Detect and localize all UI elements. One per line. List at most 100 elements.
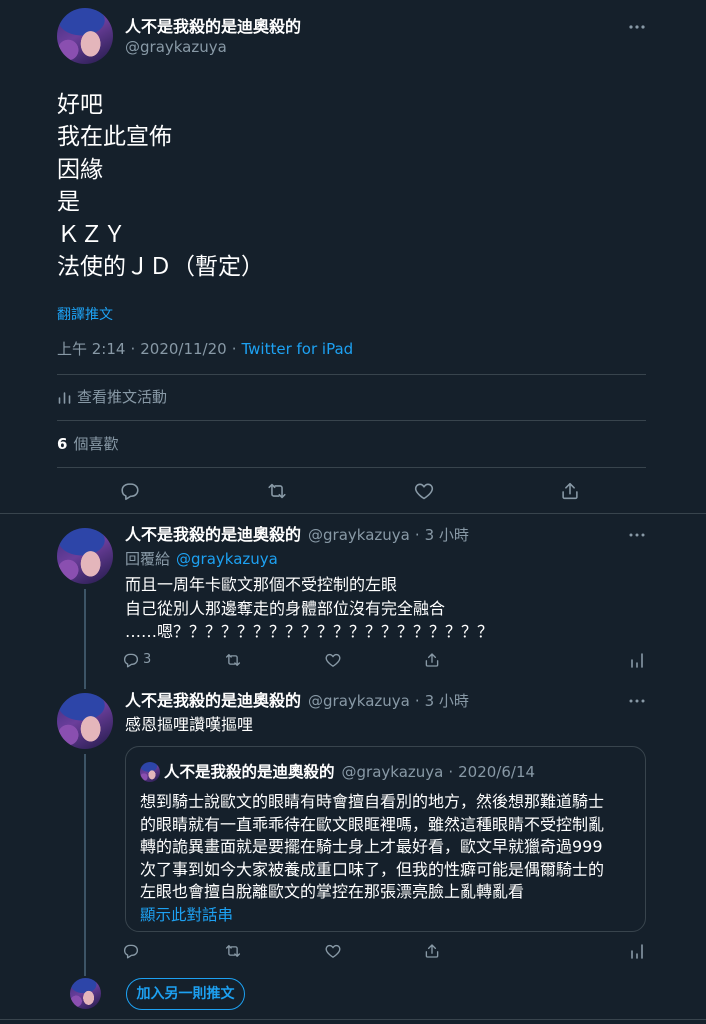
more-icon [629, 699, 645, 703]
more-icon [629, 533, 645, 537]
more-button[interactable] [627, 17, 647, 37]
reply-text-line: 而且一周年卡歐文那個不受控制的左眼 [125, 575, 398, 594]
avatar[interactable] [70, 978, 101, 1009]
author-handle[interactable]: @graykazuya [308, 524, 410, 546]
quoted-text-line: 次了事到如今大家被養成重口味了，但我的性癖可能是偶爾騎士的 [140, 859, 605, 879]
header-separator: · [414, 692, 420, 710]
tweet-text-line: 好吧 [57, 92, 103, 118]
quoted-tweet-date[interactable]: 2020/6/14 [458, 761, 535, 783]
activity-icon [58, 392, 71, 404]
likes-summary[interactable]: 6 個喜歡 [57, 434, 118, 454]
quoted-text-line: 左眼也會擅自脫離歐文的掌控在那張漂亮臉上亂轉亂看 [140, 882, 525, 902]
retweet-button[interactable] [224, 942, 242, 960]
reply-button[interactable] [119, 480, 141, 502]
reply-count: 3 [143, 652, 152, 667]
view-tweet-activity-label: 查看推文活動 [77, 388, 168, 406]
tweet-time[interactable]: 上午 2:14 [57, 339, 125, 359]
author-name[interactable]: 人不是我殺的是迪奧殺的 [164, 761, 335, 783]
tweet-text-line: ＫＺＹ [57, 221, 126, 248]
reply-text-line: 感恩摳哩讚嘆摳哩 [125, 715, 254, 734]
quoted-text-line: 的眼睛就有一直乖乖待在歐文眼眶裡嗎，雖然這種眼睛不受控制亂 [140, 814, 605, 834]
reply-button[interactable] [122, 942, 140, 960]
more-button[interactable] [627, 691, 647, 711]
reply-time[interactable]: 3 小時 [425, 524, 469, 546]
analytics-icon [631, 653, 643, 668]
share-icon [425, 653, 439, 667]
tweet-text-line: 法使的ＪＤ（暫定） [57, 254, 264, 281]
analytics-button[interactable] [628, 942, 646, 960]
retweet-icon [268, 483, 286, 499]
reply-text: 而且一周年卡歐文那個不受控制的左眼 自己從別人那邊奪走的身體部位沒有完全融合 …… [125, 573, 493, 644]
heart-icon [325, 653, 341, 667]
heart-icon [325, 944, 341, 958]
quoted-tweet-text: 想到騎士說歐文的眼睛有時會擅自看別的地方，然後想那難道騎士 的眼睛就有一直乖乖待… [140, 791, 604, 904]
thread-line [84, 589, 86, 689]
tweet-text-line: 我在此宣佈 [57, 124, 172, 151]
reply-icon [123, 944, 139, 959]
tweet-date[interactable]: 2020/11/20 [140, 339, 226, 359]
retweet-button[interactable] [224, 651, 242, 669]
replying-to-handle[interactable]: @graykazuya [176, 549, 278, 569]
reply-text-line: ……嗯？？？？？？？？？？？？？？？？？？？？ [125, 622, 494, 641]
thread-line [84, 754, 86, 976]
share-icon [425, 944, 439, 958]
tweet-text-line: 是 [57, 189, 80, 216]
show-thread-link[interactable]: 顯示此對話串 [140, 905, 233, 925]
reply-text: 感恩摳哩讚嘆摳哩 [125, 713, 253, 736]
more-button[interactable] [627, 525, 647, 545]
share-button[interactable] [423, 942, 441, 960]
reply-time[interactable]: 3 小時 [425, 690, 469, 712]
retweet-icon [225, 945, 241, 957]
view-tweet-activity[interactable]: 查看推文活動 [57, 387, 167, 407]
analytics-icon [631, 944, 643, 959]
author-name[interactable]: 人不是我殺的是迪奧殺的 [125, 16, 301, 38]
divider [0, 513, 706, 514]
like-button[interactable] [324, 942, 342, 960]
more-icon [629, 25, 645, 29]
tweet-source[interactable]: Twitter for iPad [241, 339, 353, 359]
reply-header: 人不是我殺的是迪奧殺的 @graykazuya · 3 小時 [125, 524, 469, 546]
author-name[interactable]: 人不是我殺的是迪奧殺的 [125, 690, 301, 712]
tweet-text-line: 因緣 [57, 156, 103, 183]
meta-separator: · [130, 340, 136, 358]
quoted-text-line: 轉的詭異畫面就是要擺在騎士身上才最好看，歐文早就獵奇過999 [140, 837, 603, 857]
reply-icon [123, 653, 139, 668]
translate-tweet-link[interactable]: 翻譯推文 [57, 305, 113, 325]
replying-to-label: 回覆給 [125, 550, 171, 568]
meta-separator: · [231, 340, 237, 358]
divider [0, 1019, 706, 1020]
author-handle[interactable]: @graykazuya [125, 37, 227, 57]
avatar[interactable] [57, 8, 113, 64]
tweet-text: 好吧 我在此宣佈 因緣 是 ＫＺＹ 法使的ＪＤ（暫定） [57, 89, 264, 283]
author-handle[interactable]: @graykazuya [308, 690, 410, 712]
avatar[interactable] [57, 528, 113, 584]
reply-text-line: 自己從別人那邊奪走的身體部位沒有完全融合 [125, 598, 446, 618]
analytics-button[interactable] [628, 651, 646, 669]
quoted-text-line: 想到騎士說歐文的眼睛有時會擅自看別的地方，然後想那難道騎士 [140, 792, 605, 811]
reply-icon [121, 483, 139, 501]
avatar[interactable] [57, 693, 113, 749]
author-name[interactable]: 人不是我殺的是迪奧殺的 [125, 524, 301, 546]
quoted-tweet-header: 人不是我殺的是迪奧殺的 @graykazuya · 2020/6/14 [164, 761, 535, 783]
reply-button[interactable] [122, 651, 140, 669]
avatar[interactable] [140, 762, 160, 782]
header-separator: · [448, 763, 454, 781]
share-button[interactable] [559, 480, 581, 502]
retweet-icon [225, 654, 241, 666]
divider [57, 374, 646, 375]
like-button[interactable] [324, 651, 342, 669]
author-handle[interactable]: @graykazuya [342, 761, 444, 783]
header-separator: · [414, 526, 420, 544]
like-button[interactable] [413, 480, 435, 502]
reply-header: 人不是我殺的是迪奧殺的 @graykazuya · 3 小時 [125, 690, 469, 712]
divider [57, 467, 646, 468]
likes-count: 6 [57, 435, 68, 453]
divider [57, 420, 646, 421]
share-icon [562, 482, 578, 500]
tweet-thread-page: 人不是我殺的是迪奧殺的 @graykazuya 好吧 我在此宣佈 因緣 是 ＫＺ… [0, 0, 706, 1024]
retweet-button[interactable] [266, 480, 288, 502]
add-another-tweet-button[interactable]: 加入另一則推文 [126, 978, 245, 1010]
share-button[interactable] [423, 651, 441, 669]
quoted-tweet[interactable]: 人不是我殺的是迪奧殺的 @graykazuya · 2020/6/14 想到騎士… [125, 746, 646, 932]
replying-to: 回覆給 @graykazuya [125, 549, 278, 569]
